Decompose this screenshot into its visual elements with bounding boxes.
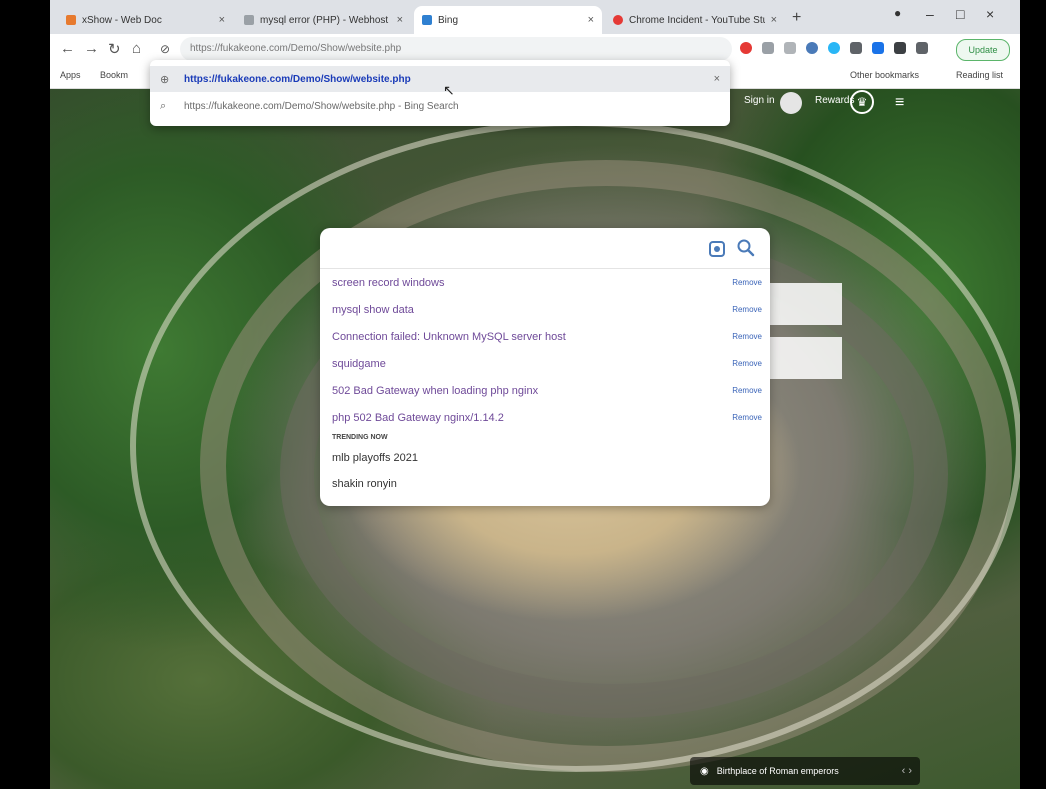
search-icon[interactable] bbox=[736, 238, 756, 258]
home-icon[interactable]: ⌂ bbox=[132, 40, 141, 57]
forward-icon[interactable]: → bbox=[84, 40, 99, 57]
suggestion-text: 502 Bad Gateway when loading php nginx bbox=[332, 384, 539, 397]
tab-label: xShow - Web Doc bbox=[82, 14, 162, 26]
extension-icon[interactable] bbox=[828, 42, 840, 54]
bookmark-other[interactable]: Other bookmarks bbox=[850, 70, 919, 80]
extension-icon[interactable] bbox=[784, 42, 796, 54]
suggestion-item[interactable]: mysql show data Remove bbox=[320, 296, 770, 323]
caption-text: Birthplace of Roman emperors bbox=[716, 766, 839, 776]
tab-2[interactable]: mysql error (PHP) - Webhost Bi × bbox=[236, 6, 411, 34]
rewards-link[interactable]: Rewards bbox=[815, 95, 854, 106]
search-icon: ⌕ bbox=[160, 99, 167, 112]
tab-4[interactable]: Chrome Incident - YouTube Stu × bbox=[605, 6, 785, 34]
new-tab-button[interactable]: + bbox=[792, 9, 801, 27]
tab-favicon-icon bbox=[66, 15, 76, 25]
tab-strip: xShow - Web Doc × mysql error (PHP) - We… bbox=[50, 0, 1020, 34]
remove-link[interactable]: Remove bbox=[732, 413, 762, 422]
tab-1[interactable]: xShow - Web Doc × bbox=[58, 6, 233, 34]
suggestion-item[interactable]: 502 Bad Gateway when loading php nginx R… bbox=[320, 377, 770, 404]
reload-icon[interactable]: ↻ bbox=[108, 40, 121, 58]
suggestion-text: squidgame bbox=[332, 357, 386, 370]
tab-label: Bing bbox=[438, 14, 459, 26]
site-info-icon[interactable]: ⊘ bbox=[160, 42, 170, 56]
suggestion-text: php 502 Bad Gateway nginx/1.14.2 bbox=[332, 411, 504, 424]
image-caption[interactable]: ◉ Birthplace of Roman emperors ‹ › bbox=[690, 757, 920, 785]
avatar[interactable] bbox=[780, 92, 802, 114]
bookmark-reading-list[interactable]: Reading list bbox=[956, 70, 1003, 80]
remove-link[interactable]: Remove bbox=[732, 278, 762, 287]
extension-icon[interactable] bbox=[916, 42, 928, 54]
opera-extension-icon[interactable] bbox=[740, 42, 752, 54]
browser-window: xShow - Web Doc × mysql error (PHP) - We… bbox=[50, 0, 1020, 789]
extension-icon[interactable] bbox=[762, 42, 774, 54]
menu-icon[interactable]: ≡ bbox=[895, 94, 904, 112]
tab-3[interactable]: Bing × bbox=[414, 6, 602, 34]
remove-link[interactable]: Remove bbox=[732, 359, 762, 368]
suggestion-item[interactable]: screen record windows Remove bbox=[320, 269, 770, 296]
minimize-icon[interactable]: – bbox=[926, 6, 934, 22]
carousel-arrows-icon[interactable]: ‹ › bbox=[902, 765, 912, 777]
close-icon[interactable]: × bbox=[219, 14, 225, 26]
tab-favicon-icon bbox=[244, 15, 254, 25]
trophy-icon[interactable]: ♛ bbox=[850, 90, 874, 114]
side-card[interactable] bbox=[770, 283, 842, 325]
trending-item[interactable]: mlb playoffs 2021 bbox=[320, 445, 770, 471]
tab-label: Chrome Incident - YouTube Stu bbox=[629, 14, 765, 26]
suggestion-text: Connection failed: Unknown MySQL server … bbox=[332, 330, 566, 343]
maximize-icon[interactable]: □ bbox=[956, 6, 964, 22]
close-icon[interactable]: × bbox=[771, 14, 777, 26]
omnibox-suggestion-text: https://fukakeone.com/Demo/Show/website.… bbox=[184, 100, 459, 112]
omnibox-suggestion-text: https://fukakeone.com/Demo/Show/website.… bbox=[184, 73, 411, 85]
extension-icon[interactable] bbox=[872, 42, 884, 54]
bing-favicon-icon bbox=[422, 15, 432, 25]
remove-link[interactable]: Remove bbox=[732, 332, 762, 341]
omnibox-suggestion[interactable]: ⊕ https://fukakeone.com/Demo/Show/websit… bbox=[150, 66, 730, 92]
remove-suggestion-icon[interactable]: × bbox=[714, 73, 720, 85]
back-icon[interactable]: ← bbox=[60, 40, 75, 57]
address-bar[interactable]: https://fukakeone.com/Demo/Show/website.… bbox=[180, 37, 732, 61]
suggestion-list: screen record windows Remove mysql show … bbox=[320, 268, 770, 497]
profile-icon[interactable]: ● bbox=[894, 6, 901, 20]
remove-link[interactable]: Remove bbox=[732, 305, 762, 314]
remove-link[interactable]: Remove bbox=[732, 386, 762, 395]
suggestion-text: screen record windows bbox=[332, 276, 445, 289]
side-card[interactable] bbox=[770, 337, 842, 379]
bookmark-item[interactable]: Bookm bbox=[100, 70, 128, 80]
bing-search-box: screen record windows Remove mysql show … bbox=[320, 228, 770, 506]
globe-icon: ⊕ bbox=[160, 73, 170, 86]
search-input[interactable] bbox=[330, 238, 694, 266]
suggestion-item[interactable]: Connection failed: Unknown MySQL server … bbox=[320, 323, 770, 350]
extension-icon[interactable] bbox=[806, 42, 818, 54]
trending-heading: TRENDING NOW bbox=[332, 434, 388, 441]
sign-in-link[interactable]: Sign in bbox=[744, 95, 775, 106]
suggestion-item[interactable]: squidgame Remove bbox=[320, 350, 770, 377]
visual-search-icon[interactable] bbox=[709, 241, 725, 257]
youtube-favicon-icon bbox=[613, 15, 623, 25]
omnibox-dropdown: ⊕ https://fukakeone.com/Demo/Show/websit… bbox=[150, 60, 730, 126]
update-button[interactable]: Update bbox=[956, 39, 1010, 61]
bookmark-apps[interactable]: Apps bbox=[60, 70, 81, 80]
window-close-icon[interactable]: × bbox=[986, 6, 994, 22]
extension-icon[interactable] bbox=[850, 42, 862, 54]
close-icon[interactable]: × bbox=[588, 14, 594, 26]
omnibox-suggestion[interactable]: ⌕ https://fukakeone.com/Demo/Show/websit… bbox=[150, 93, 730, 119]
suggestion-item[interactable]: php 502 Bad Gateway nginx/1.14.2 Remove bbox=[320, 404, 770, 431]
suggestion-text: mysql show data bbox=[332, 303, 414, 316]
puzzle-icon[interactable] bbox=[894, 42, 906, 54]
tab-label: mysql error (PHP) - Webhost Bi bbox=[260, 14, 391, 26]
trending-item[interactable]: shakin ronyin bbox=[320, 471, 770, 497]
location-pin-icon: ◉ bbox=[700, 765, 709, 777]
mouse-cursor-icon: ↖ bbox=[443, 82, 455, 98]
close-icon[interactable]: × bbox=[397, 14, 403, 26]
